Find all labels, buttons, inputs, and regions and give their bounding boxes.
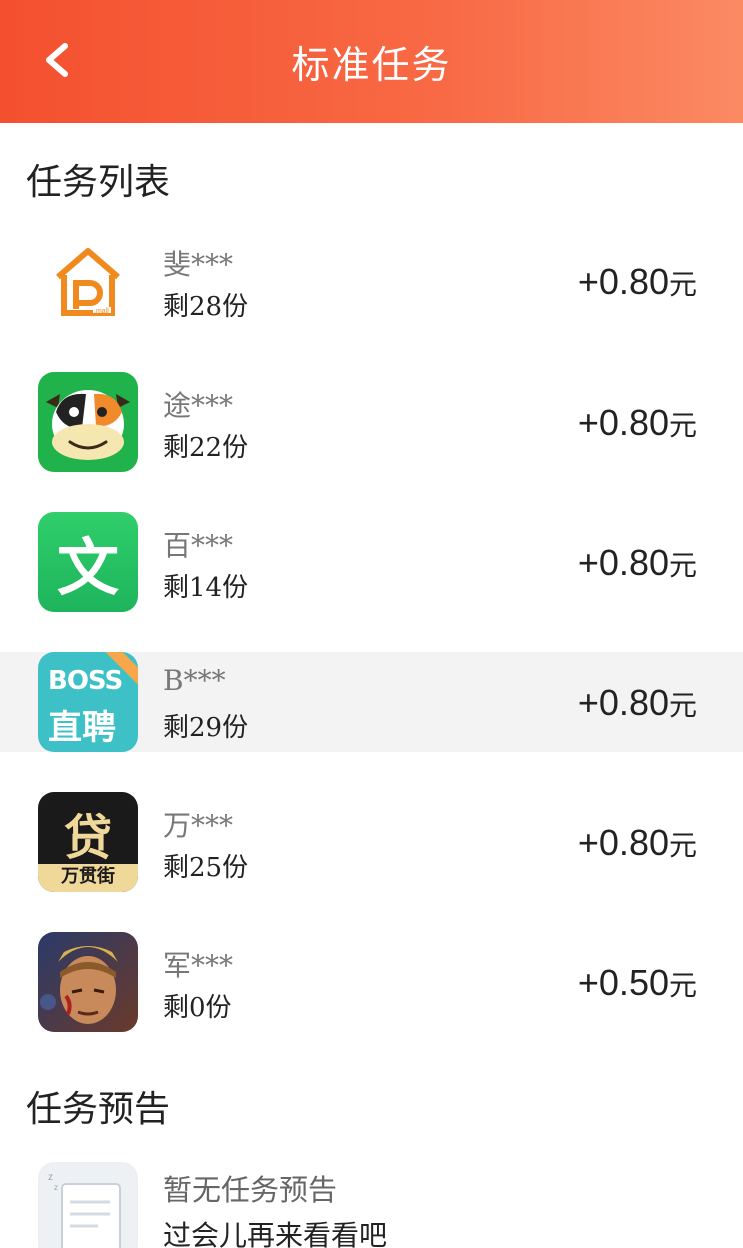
svg-text:z: z <box>54 1183 58 1192</box>
task-preview-heading: 任务预告 <box>26 1089 171 1130</box>
icon-glyph: 万贯街 <box>61 866 115 887</box>
task-row[interactable]: .mall 斐*** 剩28份 +0.80元 <box>0 231 743 331</box>
task-row[interactable]: BOSS 直聘 B*** 剩29份 +0.80元 <box>0 652 743 752</box>
task-reward: +0.80元 <box>577 682 697 723</box>
preview-empty-subtitle: 过会儿再来看看吧 <box>163 1219 388 1248</box>
task-list-heading: 任务列表 <box>26 162 171 203</box>
game-hero-icon <box>38 932 138 1032</box>
boss-zhipin-icon: BOSS 直聘 <box>38 652 138 752</box>
preview-empty-title: 暂无任务预告 <box>163 1173 338 1207</box>
cow-face-icon <box>38 372 138 472</box>
task-name: 军*** <box>163 949 234 982</box>
icon-glyph: BOSS <box>48 666 123 696</box>
icon-glyph: 文 <box>56 531 119 604</box>
task-reward: +0.80元 <box>577 261 697 302</box>
task-name: B*** <box>163 664 226 697</box>
task-reward: +0.50元 <box>577 962 697 1003</box>
header-bar: 标准任务 <box>0 0 743 123</box>
page-title: 标准任务 <box>291 43 452 87</box>
task-preview-empty: z z 暂无任务预告 过会儿再来看看吧 <box>0 1162 743 1248</box>
task-remaining: 剩29份 <box>163 713 249 743</box>
task-remaining: 剩25份 <box>163 853 249 883</box>
svg-text:z: z <box>48 1172 53 1183</box>
task-name: 途*** <box>163 389 234 422</box>
icon-glyph: 贷 <box>63 810 112 866</box>
task-reward: +0.80元 <box>577 542 697 583</box>
task-name: 百*** <box>163 529 234 562</box>
wandaijie-loan-icon: 贷 万贯街 <box>38 792 138 892</box>
task-row[interactable]: 途*** 剩22份 +0.80元 <box>0 372 743 472</box>
task-name: 斐*** <box>163 248 234 281</box>
task-reward: +0.80元 <box>577 402 697 443</box>
pmall-house-icon: .mall <box>38 231 138 331</box>
wen-document-icon: 文 <box>38 512 138 612</box>
task-row[interactable]: 军*** 剩0份 +0.50元 <box>0 932 743 1032</box>
task-row[interactable]: 文 百*** 剩14份 +0.80元 <box>0 512 743 612</box>
icon-glyph: 直聘 <box>48 708 116 748</box>
task-remaining: 剩14份 <box>163 573 249 603</box>
task-row[interactable]: 贷 万贯街 万*** 剩25份 +0.80元 <box>0 792 743 892</box>
task-name: 万*** <box>163 809 234 842</box>
sleeping-document-icon: z z <box>38 1162 138 1248</box>
svg-text:.mall: .mall <box>94 308 109 315</box>
task-remaining: 剩22份 <box>163 433 249 463</box>
task-remaining: 剩0份 <box>163 993 232 1023</box>
task-reward: +0.80元 <box>577 822 697 863</box>
task-remaining: 剩28份 <box>163 292 249 322</box>
